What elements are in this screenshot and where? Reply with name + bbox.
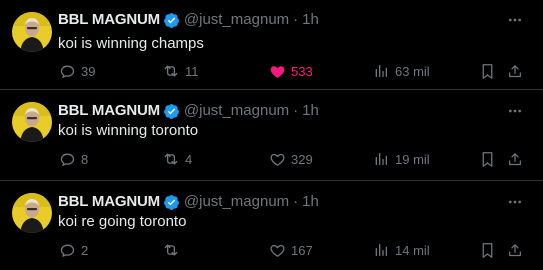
author-name[interactable]: BBL MAGNUM xyxy=(58,192,160,212)
bar-chart-icon xyxy=(372,241,390,259)
reply-count: 2 xyxy=(81,242,89,258)
reply-count: 8 xyxy=(81,151,89,167)
views-count: 63 mil xyxy=(395,63,430,79)
heart-icon xyxy=(268,241,286,259)
avatar[interactable] xyxy=(12,193,52,233)
views-button[interactable]: 19 mil xyxy=(372,149,430,169)
author-name[interactable]: BBL MAGNUM xyxy=(58,10,160,30)
more-horizontal-icon[interactable] xyxy=(506,193,524,211)
reply-bubble-icon xyxy=(58,241,76,259)
bar-chart-icon xyxy=(372,62,390,80)
avatar[interactable] xyxy=(12,102,52,142)
share-upload-icon[interactable] xyxy=(506,150,524,168)
repost-arrows-icon xyxy=(162,62,180,80)
reply-button[interactable]: 8 xyxy=(58,149,88,169)
like-count: 533 xyxy=(291,63,313,79)
bar-chart-icon xyxy=(372,150,390,168)
tweet-card[interactable]: BBL MAGNUM @just_magnum · 1h koi re goin… xyxy=(0,181,543,270)
reply-bubble-icon xyxy=(58,62,76,80)
views-count: 19 mil xyxy=(395,151,430,167)
tweet-feed: BBL MAGNUM @just_magnum · 1h koi is winn… xyxy=(0,0,543,270)
tweet-header: BBL MAGNUM @just_magnum · 1h xyxy=(58,10,319,30)
reply-button[interactable]: 2 xyxy=(58,240,88,260)
share-upload-icon[interactable] xyxy=(506,62,524,80)
repost-button[interactable] xyxy=(162,240,185,260)
like-button[interactable]: 329 xyxy=(268,149,313,169)
views-count: 14 mil xyxy=(395,242,430,258)
avatar[interactable] xyxy=(12,12,52,52)
separator-dot: · xyxy=(293,11,299,28)
timestamp[interactable]: 1h xyxy=(302,10,319,30)
heart-icon xyxy=(268,150,286,168)
views-button[interactable]: 14 mil xyxy=(372,240,430,260)
author-handle[interactable]: @just_magnum xyxy=(184,10,289,30)
verified-badge-icon xyxy=(163,194,180,211)
like-button[interactable]: 167 xyxy=(268,240,313,260)
tweet-header: BBL MAGNUM @just_magnum · 1h xyxy=(58,192,319,212)
verified-badge-icon xyxy=(163,12,180,29)
like-button[interactable]: 533 xyxy=(268,61,313,81)
heart-icon xyxy=(268,62,286,80)
author-handle[interactable]: @just_magnum xyxy=(184,101,289,121)
repost-arrows-icon xyxy=(162,241,180,259)
like-count: 329 xyxy=(291,151,313,167)
tweet-text: koi re going toronto xyxy=(58,213,187,230)
tweet-header: BBL MAGNUM @just_magnum · 1h xyxy=(58,101,319,121)
separator-dot: · xyxy=(293,193,299,210)
repost-button[interactable]: 11 xyxy=(162,61,199,81)
reply-button[interactable]: 39 xyxy=(58,61,95,81)
timestamp[interactable]: 1h xyxy=(302,101,319,121)
separator-dot: · xyxy=(293,102,299,119)
repost-count: 4 xyxy=(185,151,193,167)
reply-bubble-icon xyxy=(58,150,76,168)
more-horizontal-icon[interactable] xyxy=(506,11,524,29)
bookmark-icon[interactable] xyxy=(478,62,496,80)
repost-count: 11 xyxy=(185,63,199,79)
author-handle[interactable]: @just_magnum xyxy=(184,192,289,212)
share-upload-icon[interactable] xyxy=(506,241,524,259)
tweet-card[interactable]: BBL MAGNUM @just_magnum · 1h koi is winn… xyxy=(0,90,543,181)
tweet-text: koi is winning toronto xyxy=(58,122,199,139)
bookmark-icon[interactable] xyxy=(478,150,496,168)
repost-arrows-icon xyxy=(162,150,180,168)
repost-button[interactable]: 4 xyxy=(162,149,192,169)
verified-badge-icon xyxy=(163,103,180,120)
like-count: 167 xyxy=(291,242,313,258)
more-horizontal-icon[interactable] xyxy=(506,102,524,120)
reply-count: 39 xyxy=(81,63,96,79)
bookmark-icon[interactable] xyxy=(478,241,496,259)
tweet-text: koi is winning champs xyxy=(58,35,204,52)
views-button[interactable]: 63 mil xyxy=(372,61,430,81)
timestamp[interactable]: 1h xyxy=(302,192,319,212)
author-name[interactable]: BBL MAGNUM xyxy=(58,101,160,121)
tweet-card[interactable]: BBL MAGNUM @just_magnum · 1h koi is winn… xyxy=(0,0,543,90)
